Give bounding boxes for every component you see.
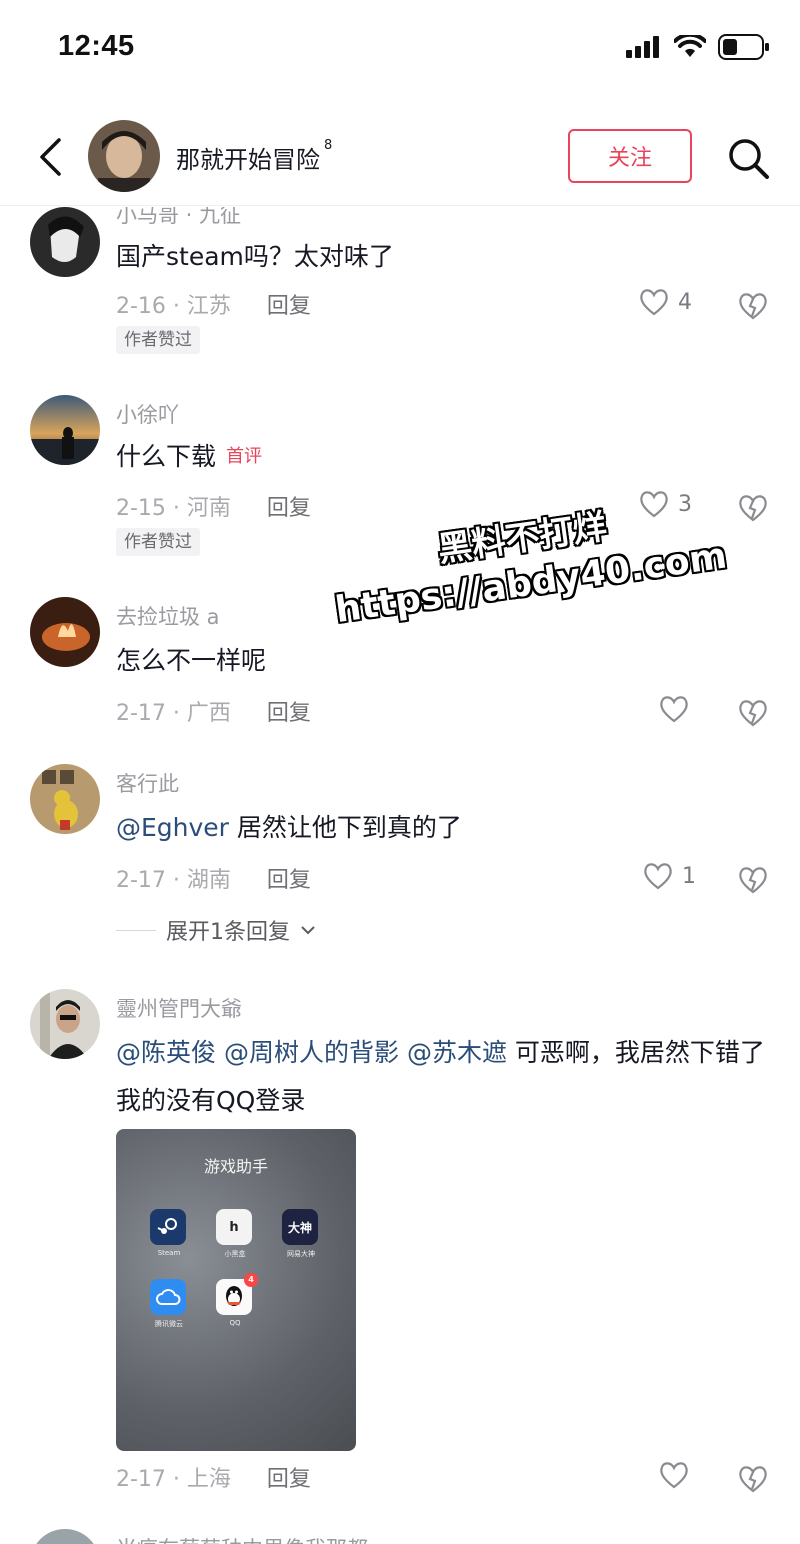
xiaoheihe-icon: h	[216, 1209, 252, 1245]
comment-text-body: 什么下载	[116, 442, 217, 471]
app-qq: 4 QQ	[216, 1273, 258, 1327]
steam-icon	[150, 1209, 186, 1245]
heart-icon	[640, 289, 668, 316]
like-button[interactable]: 4	[638, 287, 692, 317]
wifi-icon	[674, 35, 706, 57]
like-button[interactable]: 3	[638, 489, 692, 519]
comment-date: 2-17 · 上海	[116, 1467, 231, 1492]
comment-text: @Eghver 居然让他下到真的了	[116, 804, 776, 852]
app-label: QQ	[229, 1319, 241, 1327]
mention-link[interactable]: @陈英俊	[116, 1038, 216, 1067]
like-button[interactable]	[658, 1460, 690, 1490]
comment-username[interactable]: 靈州管門大爺	[116, 993, 242, 1023]
qq-icon: 4	[216, 1273, 258, 1315]
app-label: 腾讯微云	[155, 1320, 183, 1328]
like-button[interactable]: 1	[642, 861, 696, 891]
reply-button[interactable]: 回复	[267, 294, 311, 319]
battery-icon	[718, 34, 769, 60]
avatar[interactable]	[30, 207, 100, 277]
comment-meta: 2-15 · 河南 回复	[116, 490, 311, 522]
mention-link[interactable]: @周树人的背影	[224, 1038, 399, 1067]
app-label: 网易大神	[287, 1250, 315, 1258]
mention-link[interactable]: @Eghver	[116, 813, 229, 842]
like-count: 4	[678, 289, 692, 315]
cloud-icon	[150, 1279, 186, 1315]
app-steam: Steam	[150, 1209, 188, 1257]
avatar[interactable]	[30, 1529, 100, 1544]
comment-username[interactable]: 小马哥 · 九征	[116, 207, 241, 229]
comment-username[interactable]: 去捡垃圾 a	[116, 601, 220, 631]
comment-date: 2-17 · 湖南	[116, 868, 231, 893]
status-bar: 12:45	[0, 0, 800, 100]
chevron-left-icon	[40, 138, 61, 176]
comment-username[interactable]: 当痛在葡萄种中里像我那都	[116, 1533, 368, 1544]
comment-text-body: 居然让他下到真的了	[228, 813, 462, 842]
heart-icon	[660, 1462, 688, 1489]
reply-button[interactable]: 回复	[267, 1467, 311, 1492]
mention-link[interactable]: @苏木遮	[407, 1038, 507, 1067]
status-time: 12:45	[58, 30, 135, 62]
signal-icon	[626, 36, 659, 58]
comment-image[interactable]: 游戏助手 Steam h 小黑盒 大神 网易大神 腾讯微云 4 QQ	[116, 1129, 356, 1451]
header: 那就开始冒险 8 关注	[0, 110, 800, 206]
avatar[interactable]	[30, 597, 100, 667]
dashen-icon: 大神	[282, 1209, 318, 1245]
like-count: 3	[678, 491, 692, 517]
comment-date: 2-17 · 广西	[116, 701, 231, 726]
search-icon	[729, 139, 769, 179]
like-count: 1	[682, 863, 696, 889]
avatar[interactable]	[30, 764, 100, 834]
like-button[interactable]	[658, 694, 690, 724]
status-icons	[626, 34, 770, 60]
author-liked-badge: 作者赞过	[116, 326, 200, 354]
reply-button[interactable]: 回复	[267, 868, 311, 893]
follow-button[interactable]: 关注	[568, 129, 692, 183]
divider	[116, 929, 156, 931]
comment-meta: 2-16 · 江苏 回复	[116, 288, 311, 320]
app-weiyun: 腾讯微云	[150, 1279, 188, 1329]
comment-meta: 2-17 · 广西 回复	[116, 695, 311, 727]
title-superscript: 8	[324, 138, 333, 153]
dislike-icon[interactable]	[736, 696, 770, 728]
dislike-icon[interactable]	[736, 491, 770, 523]
first-comment-tag: 首评	[226, 446, 263, 467]
page-title-text: 那就开始冒险	[176, 146, 320, 174]
avatar[interactable]	[30, 395, 100, 465]
app-wangyidashen: 大神 网易大神	[282, 1209, 320, 1259]
expand-replies-label: 展开1条回复	[166, 920, 290, 945]
expand-replies-button[interactable]: 展开1条回复	[116, 914, 316, 946]
comment-meta: 2-17 · 上海 回复	[116, 1461, 311, 1493]
reply-button[interactable]: 回复	[267, 701, 311, 726]
app-label: 小黑盒	[224, 1250, 246, 1258]
comment-meta: 2-17 · 湖南 回复	[116, 862, 311, 894]
comment-list[interactable]: 小马哥 · 九征 国产steam吗？太对味了 2-16 · 江苏 回复 4 作者赞…	[0, 207, 800, 1544]
comment-date: 2-16 · 江苏	[116, 294, 231, 319]
back-button[interactable]	[30, 132, 70, 182]
dislike-icon[interactable]	[736, 289, 770, 321]
heart-icon	[640, 491, 668, 518]
chevron-down-icon	[301, 926, 315, 935]
notification-badge: 4	[244, 1273, 258, 1287]
page-title: 那就开始冒险 8	[176, 138, 333, 175]
header-avatar[interactable]	[88, 120, 160, 192]
author-liked-badge: 作者赞过	[116, 528, 200, 556]
dislike-icon[interactable]	[736, 1462, 770, 1494]
app-label: Steam	[157, 1249, 181, 1257]
avatar[interactable]	[30, 989, 100, 1059]
heart-icon	[644, 863, 672, 890]
comment-username[interactable]: 小徐吖	[116, 399, 179, 429]
comment-text: 怎么不一样呢	[116, 646, 267, 675]
comment-username[interactable]: 客行此	[116, 768, 179, 798]
comment-text: 什么下载 首评	[116, 433, 776, 481]
comment-date: 2-15 · 河南	[116, 496, 231, 521]
reply-button[interactable]: 回复	[267, 496, 311, 521]
app-xiaoheihe: h 小黑盒	[216, 1209, 254, 1259]
dislike-icon[interactable]	[736, 863, 770, 895]
search-button[interactable]	[724, 134, 774, 184]
comment-text: 国产steam吗？太对味了	[116, 242, 394, 271]
heart-icon	[660, 696, 688, 723]
folder-title: 游戏助手	[203, 1157, 268, 1176]
comment-text: @陈英俊 @周树人的背影 @苏木遮 可恶啊，我居然下错了我的没有QQ登录	[116, 1029, 776, 1125]
